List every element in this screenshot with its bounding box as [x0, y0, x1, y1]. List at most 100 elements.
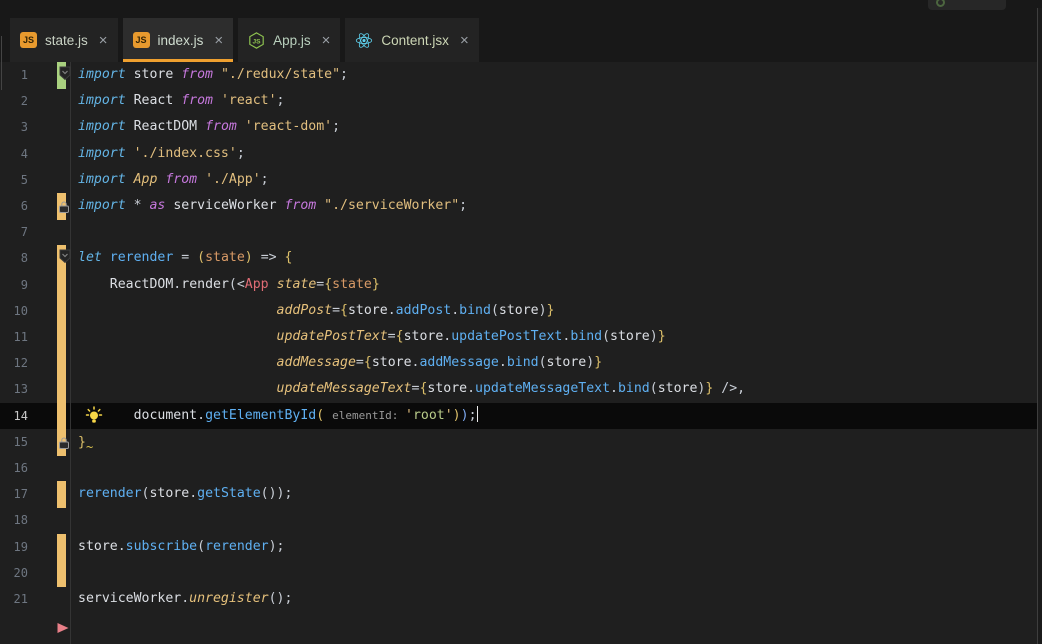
- text-cursor: [476, 405, 479, 422]
- line-number[interactable]: 15: [0, 429, 28, 455]
- close-icon[interactable]: ×: [460, 33, 469, 48]
- line-number[interactable]: 16: [0, 455, 28, 481]
- titlebar-widget[interactable]: [928, 0, 1006, 10]
- line-number[interactable]: 4: [0, 141, 28, 167]
- code-token: store: [403, 329, 444, 344]
- code-token: "./redux/state": [220, 67, 341, 82]
- tab-bar: JS state.js × JS index.js × JS App.js × Content.j…: [0, 0, 1042, 90]
- code-token: (<: [228, 276, 245, 292]
- code-token: from: [173, 67, 221, 82]
- code-token: updateMessageText: [475, 381, 611, 397]
- code-line[interactable]: addMessage={store.addMessage.bind(store)…: [78, 350, 603, 376]
- code-token: store: [498, 302, 539, 318]
- code-token: import: [78, 171, 126, 187]
- code-token: import: [78, 67, 126, 82]
- line-number[interactable]: 17: [0, 481, 28, 507]
- code-token: .: [610, 381, 618, 397]
- code-token: ;: [276, 93, 285, 109]
- code-line[interactable]: import store from "./redux/state";: [78, 62, 348, 88]
- code-token: updatePostText: [276, 329, 388, 344]
- code-token: (: [197, 538, 206, 554]
- code-token: }: [546, 302, 555, 318]
- code-token: {: [395, 329, 404, 344]
- git-modified-marker: [57, 533, 66, 561]
- code-line[interactable]: import React from 'react';: [78, 88, 284, 114]
- code-line[interactable]: rerender(store.getState());: [78, 481, 292, 507]
- tab-index.js[interactable]: JS index.js ×: [122, 18, 234, 62]
- code-token: =: [387, 329, 396, 344]
- active-tab-indicator: [122, 59, 234, 62]
- code-token: =>: [252, 250, 285, 266]
- line-number[interactable]: 3: [0, 114, 28, 140]
- code-token: (: [602, 329, 611, 344]
- lightbulb-icon[interactable]: [84, 405, 104, 430]
- close-icon[interactable]: ×: [99, 33, 108, 48]
- code-line[interactable]: import './index.css';: [78, 141, 245, 167]
- code-token: store: [427, 381, 468, 397]
- line-number[interactable]: 9: [0, 272, 28, 298]
- code-line[interactable]: import App from './App';: [78, 167, 269, 193]
- code-line[interactable]: }~: [78, 429, 93, 455]
- line-number[interactable]: 6: [0, 193, 28, 219]
- code-token: }: [594, 355, 603, 371]
- code-token: React: [133, 93, 174, 109]
- code-token: './index.css': [133, 145, 237, 161]
- line-number[interactable]: 12: [0, 350, 28, 376]
- line-number[interactable]: 13: [0, 376, 28, 402]
- code-token: }: [78, 434, 86, 450]
- svg-text:JS: JS: [253, 38, 262, 45]
- scrollbar-edge[interactable]: [1037, 8, 1042, 644]
- code-line[interactable]: document.getElementById( elementId: 'roo…: [78, 403, 479, 429]
- tab-App.js[interactable]: JS App.js ×: [238, 18, 341, 62]
- react-atom-icon: [356, 32, 373, 48]
- code-line[interactable]: addPost={store.addPost.bind(store)}: [78, 298, 555, 324]
- triangle-right-icon: [56, 619, 70, 638]
- code-token: );: [268, 538, 285, 554]
- code-token: ;: [468, 407, 477, 423]
- tab-state.js[interactable]: JS state.js ×: [10, 18, 118, 62]
- code-token: (: [649, 381, 658, 397]
- code-token: serviceWorker: [78, 591, 182, 606]
- code-line[interactable]: import * as serviceWorker from "./servic…: [78, 193, 467, 219]
- line-number[interactable]: 2: [0, 88, 28, 114]
- line-number[interactable]: 18: [0, 507, 28, 533]
- code-token: state: [332, 276, 372, 292]
- code-line[interactable]: ReactDOM.render(<App state={state}: [78, 272, 380, 298]
- code-token: bind: [617, 381, 650, 397]
- code-token: bind: [506, 355, 539, 371]
- status-circle-icon: [936, 0, 945, 7]
- line-number[interactable]: 21: [0, 586, 28, 612]
- code-token: App: [133, 171, 158, 187]
- code-token: }: [371, 276, 380, 292]
- code-line[interactable]: store.subscribe(rerender);: [78, 534, 285, 560]
- close-icon[interactable]: ×: [214, 33, 223, 48]
- line-number[interactable]: 1: [0, 62, 28, 88]
- code-line[interactable]: import ReactDOM from 'react-dom';: [78, 114, 340, 140]
- code-token: ;: [332, 119, 341, 135]
- code-line[interactable]: updateMessageText={store.updateMessageTe…: [78, 376, 746, 402]
- line-number[interactable]: 19: [0, 534, 28, 560]
- line-number[interactable]: 11: [0, 324, 28, 350]
- line-number[interactable]: 14: [0, 403, 28, 429]
- line-number[interactable]: 5: [0, 167, 28, 193]
- code-token: .: [117, 538, 126, 554]
- code-token: from: [197, 119, 245, 135]
- line-number[interactable]: 20: [0, 560, 28, 586]
- code-line[interactable]: let rerender = (state) => {: [78, 245, 292, 271]
- code-token: from: [276, 198, 325, 213]
- close-icon[interactable]: ×: [322, 33, 331, 48]
- code-token: store: [78, 538, 118, 554]
- git-modified-marker: [57, 559, 66, 587]
- tab-Content.jsx[interactable]: Content.jsx ×: [345, 18, 479, 62]
- editor[interactable]: 1 import store from "./redux/state"; 2 impo…: [0, 62, 1042, 644]
- line-number[interactable]: 7: [0, 219, 28, 245]
- line-number[interactable]: 8: [0, 245, 28, 271]
- line-number[interactable]: 10: [0, 298, 28, 324]
- code-line[interactable]: updatePostText={store.updatePostText.bin…: [78, 324, 666, 350]
- code-token: import: [78, 93, 126, 109]
- code-line[interactable]: serviceWorker.unregister();: [78, 586, 292, 612]
- js-square-icon: JS: [20, 32, 37, 48]
